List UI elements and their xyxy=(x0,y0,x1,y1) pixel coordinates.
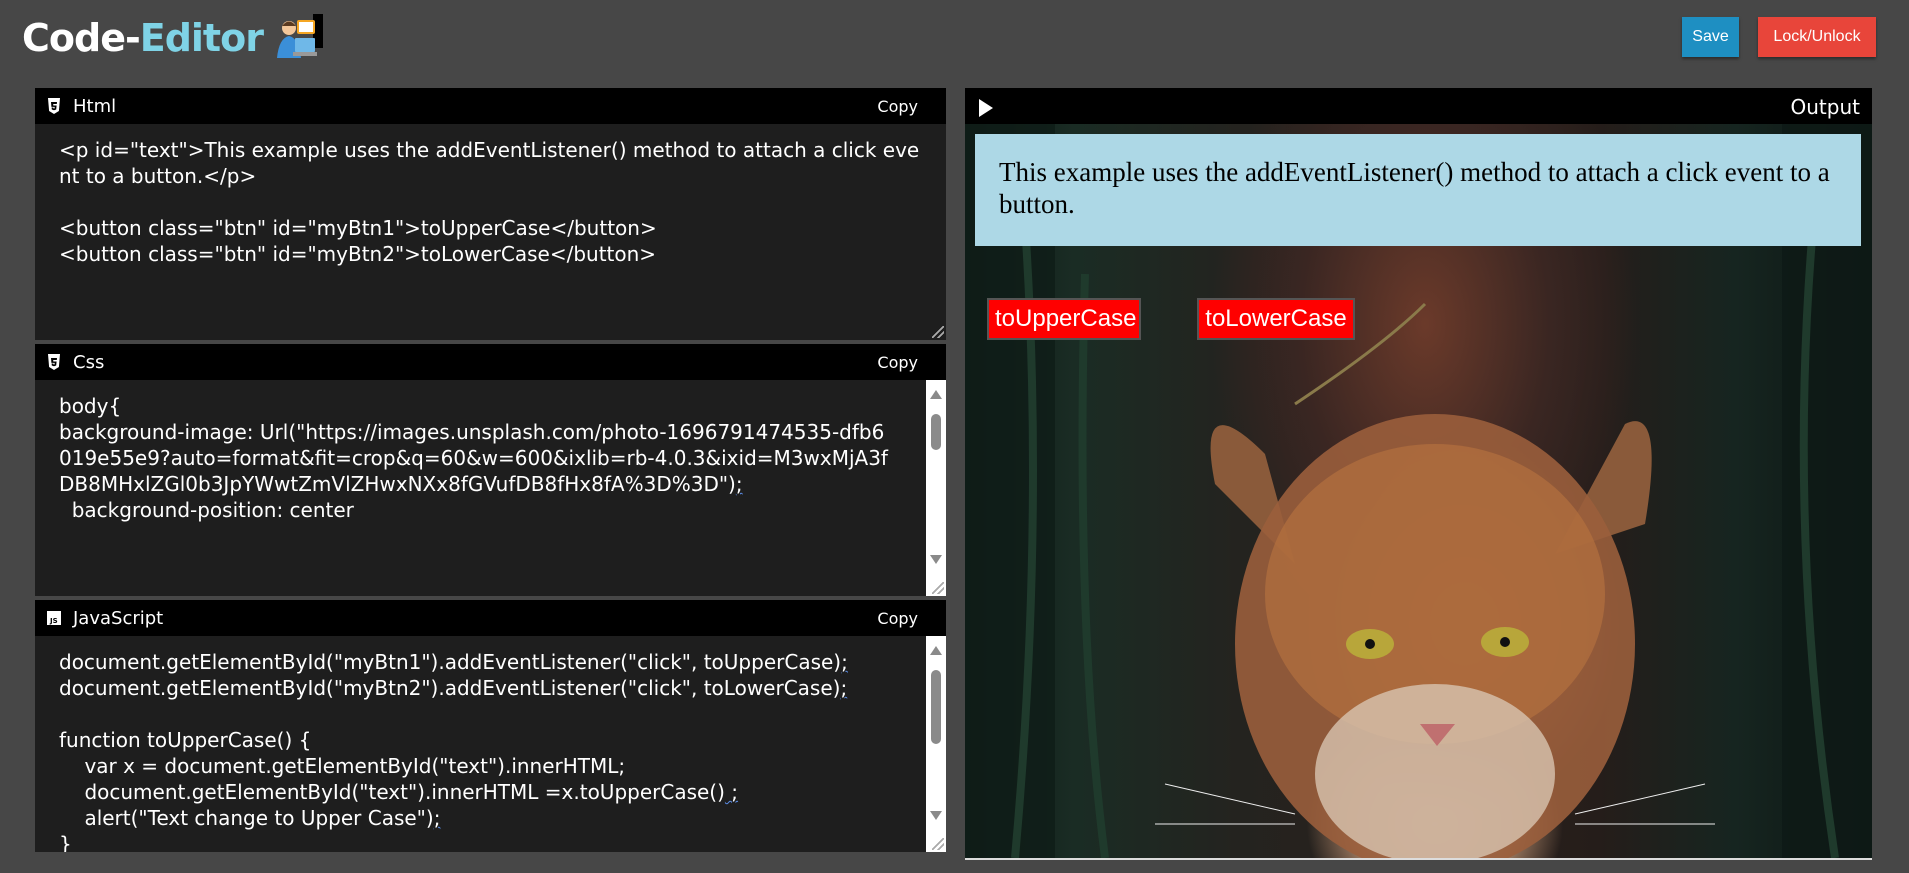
js-copy-button[interactable]: Copy xyxy=(877,609,918,628)
js-code-textarea[interactable]: document.getElementById("myBtn1").addEve… xyxy=(35,636,946,852)
js-line: } xyxy=(59,832,72,852)
css-line: background-image: Url("https://images.un… xyxy=(59,420,888,496)
output-text-paragraph: This example uses the addEventListener()… xyxy=(975,134,1861,246)
lock-unlock-button[interactable]: Lock/Unlock xyxy=(1758,17,1876,57)
logo-dash: - xyxy=(124,16,141,60)
css-line: body{ xyxy=(59,394,122,418)
css3-icon xyxy=(47,354,61,370)
js-panel-title: JavaScript xyxy=(73,607,164,629)
scroll-up-arrow-icon[interactable] xyxy=(930,390,942,399)
save-button[interactable]: Save xyxy=(1682,17,1739,57)
js-scrollbar[interactable] xyxy=(926,636,946,852)
scroll-thumb[interactable] xyxy=(931,670,941,744)
html-editor-panel: Html Copy <p id="text">This example uses… xyxy=(35,88,946,340)
app-logo: Code - Editor xyxy=(22,14,331,62)
developer-mascot-icon xyxy=(273,14,331,62)
js-line: var x = document.getElementById("text").… xyxy=(59,754,626,778)
js-editor-panel: JS JavaScript Copy document.getElementBy… xyxy=(35,600,946,852)
css-panel-header: Css Copy xyxy=(35,344,946,380)
html-code-textarea[interactable]: <p id="text">This example uses the addEv… xyxy=(35,124,946,340)
css-resize-grip[interactable] xyxy=(932,582,944,594)
js-panel-header: JS JavaScript Copy xyxy=(35,600,946,636)
html-panel-title: Html xyxy=(73,95,117,117)
to-lower-case-button[interactable]: toLowerCase xyxy=(1197,298,1355,340)
js-line: document.getElementById("myBtn2").addEve… xyxy=(59,676,848,700)
logo-editor-text: Editor xyxy=(139,16,264,60)
scroll-thumb[interactable] xyxy=(931,414,941,450)
js-line: document.getElementById("text").innerHTM… xyxy=(59,780,739,804)
js-line: alert("Text change to Upper Case"); xyxy=(59,806,441,830)
html-panel-header: Html Copy xyxy=(35,88,946,124)
scroll-down-arrow-icon[interactable] xyxy=(930,555,942,564)
svg-text:JS: JS xyxy=(49,617,58,625)
output-panel-title: Output xyxy=(1790,95,1860,119)
logo-code-text: Code xyxy=(22,16,126,60)
css-scrollbar[interactable] xyxy=(926,380,946,596)
css-code-textarea[interactable]: body{ background-image: Url("https://ima… xyxy=(35,380,946,596)
scroll-down-arrow-icon[interactable] xyxy=(930,811,942,820)
scroll-up-arrow-icon[interactable] xyxy=(930,646,942,655)
js-line: function toUpperCase() { xyxy=(59,728,312,752)
output-bottom-border xyxy=(965,858,1872,860)
css-editor-panel: Css Copy body{ background-image: Url("ht… xyxy=(35,344,946,596)
html5-icon xyxy=(47,98,61,114)
js-resize-grip[interactable] xyxy=(932,838,944,850)
css-line-tail: ; xyxy=(735,472,743,496)
css-copy-button[interactable]: Copy xyxy=(877,353,918,372)
to-upper-case-button[interactable]: toUpperCase xyxy=(987,298,1141,340)
html-resize-grip[interactable] xyxy=(932,326,944,338)
css-line: background-position: center xyxy=(59,498,354,522)
html-copy-button[interactable]: Copy xyxy=(877,97,918,116)
output-preview: This example uses the addEventListener()… xyxy=(965,124,1872,858)
output-panel-header: Output xyxy=(965,88,1872,124)
js-line: document.getElementById("myBtn1").addEve… xyxy=(59,650,848,674)
javascript-icon: JS xyxy=(47,610,61,626)
css-panel-title: Css xyxy=(73,351,105,373)
output-panel: Output This example uses the addEventLis… xyxy=(965,88,1872,860)
run-play-icon[interactable] xyxy=(979,99,993,117)
